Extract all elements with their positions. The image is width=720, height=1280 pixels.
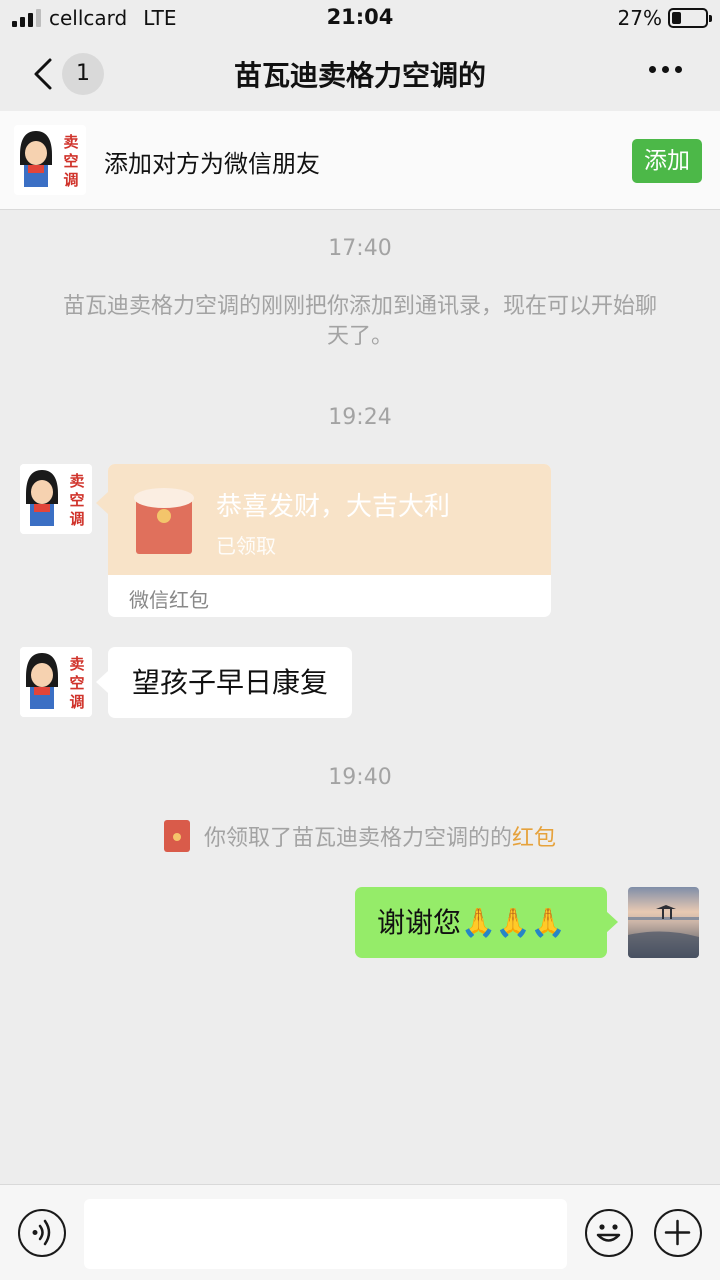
bubble-tail [96, 492, 108, 514]
add-friend-button[interactable]: 添加 [632, 139, 702, 183]
emoji-button[interactable] [585, 1209, 633, 1257]
add-friend-prompt: 添加对方为微信朋友 [104, 150, 320, 178]
svg-text:空: 空 [69, 491, 84, 509]
red-packet-status: 已领取 [216, 534, 276, 558]
sender-avatar[interactable]: 卖 空 调 [20, 647, 92, 717]
input-bar [0, 1184, 720, 1280]
svg-text:调: 调 [69, 693, 84, 711]
chevron-left-icon [34, 58, 52, 90]
avatar-image: 卖 空 调 [14, 125, 86, 195]
chat-title: 苗瓦迪卖格力空调的 [233, 59, 486, 92]
smiley-icon [596, 1224, 621, 1242]
svg-text:调: 调 [69, 510, 84, 528]
red-packet-icon [134, 488, 194, 554]
svg-text:卖: 卖 [63, 133, 78, 151]
status-bar: cellcard LTE 21:04 27% [0, 0, 720, 38]
timestamp: 19:40 [328, 765, 392, 790]
sender-avatar[interactable]: 卖 空 调 [20, 464, 92, 534]
red-packet-received-notice: 你领取了苗瓦迪卖格力空调的的 红包 [0, 820, 720, 852]
my-avatar[interactable] [628, 887, 699, 958]
svg-text:空: 空 [63, 152, 78, 170]
clock: 21:04 [326, 5, 394, 29]
incoming-message[interactable]: 望孩子早日康复 [108, 647, 353, 718]
message-input[interactable] [84, 1199, 567, 1269]
outgoing-message[interactable]: 谢谢您🙏🙏🙏 [355, 887, 607, 958]
battery-icon [668, 8, 712, 28]
red-packet-message[interactable]: 恭喜发财，大吉大利 已领取 微信红包 [108, 464, 551, 617]
red-packet-title: 恭喜发财，大吉大利 [216, 492, 451, 522]
nav-bar: 1 苗瓦迪卖格力空调的 [0, 38, 720, 110]
timestamp: 17:40 [328, 236, 392, 261]
timestamp: 19:24 [328, 405, 392, 430]
more-options-button[interactable] [649, 66, 682, 73]
svg-text:卖: 卖 [69, 655, 84, 673]
svg-text:卖: 卖 [69, 472, 84, 490]
voice-button[interactable] [18, 1209, 66, 1257]
voice-icon [32, 1219, 51, 1246]
system-message: 苗瓦迪卖格力空调的刚刚把你添加到通讯录，现在可以开始聊天了。 [62, 294, 657, 349]
red-packet-footer: 微信红包 [129, 588, 209, 612]
notice-text: 你领取了苗瓦迪卖格力空调的的 [203, 826, 512, 851]
battery-percent: 27% [617, 6, 662, 30]
unread-count-badge[interactable]: 1 [62, 53, 104, 95]
plus-icon [664, 1219, 691, 1246]
avatar-image: 卖 空 调 [20, 464, 92, 534]
red-packet-link[interactable]: 红包 [512, 820, 556, 852]
beach-photo-image [628, 887, 699, 958]
add-friend-banner: 卖 空 调 添加对方为微信朋友 添加 [0, 111, 720, 210]
contact-avatar[interactable]: 卖 空 调 [14, 125, 86, 195]
more-actions-button[interactable] [654, 1209, 702, 1257]
avatar-image: 卖 空 调 [20, 647, 92, 717]
red-packet-icon [163, 820, 190, 852]
svg-text:调: 调 [63, 171, 78, 189]
more-icon [649, 66, 656, 73]
bubble-tail [606, 911, 618, 933]
svg-text:空: 空 [69, 674, 84, 692]
bubble-tail [96, 671, 108, 693]
back-button[interactable] [28, 52, 62, 96]
battery-info: 27% [617, 6, 712, 30]
